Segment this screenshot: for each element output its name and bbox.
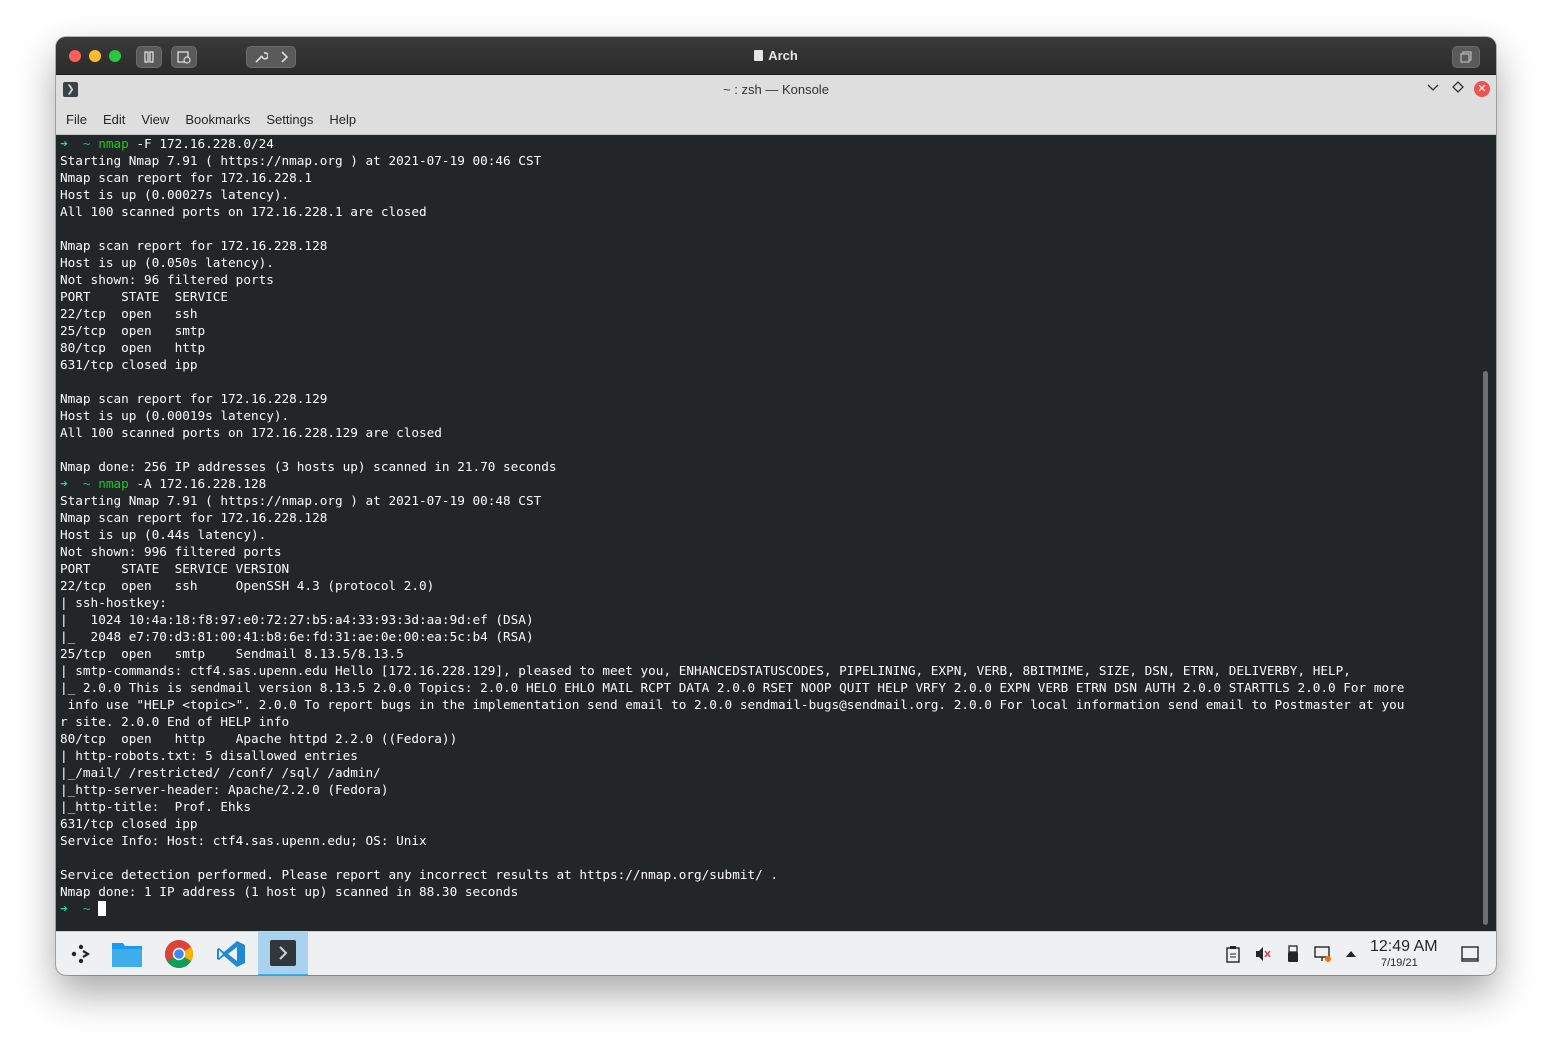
text-cursor [98,901,107,916]
output-line: PORT STATE SERVICE [60,289,229,304]
output-line: | http-robots.txt: 5 disallowed entries [60,748,358,763]
output-line: All 100 scanned ports on 172.16.228.129 … [60,425,442,440]
output-line: Not shown: 96 filtered ports [60,272,274,287]
show-desktop-icon[interactable] [1460,944,1480,964]
dolphin-file-manager-icon[interactable] [102,932,152,975]
clock-time[interactable]: 12:49 AM [1370,938,1438,956]
application-launcher-icon[interactable] [56,932,106,975]
clipboard-icon[interactable] [1223,944,1243,964]
output-line: 25/tcp open smtp [60,323,206,338]
terminal-view[interactable]: ➜ ~ nmap -F 172.16.228.0/24 Starting Nmap… [56,135,1496,931]
output-line: 22/tcp open ssh OpenSSH 4.3 (protocol 2.… [60,578,435,593]
minimize-icon[interactable] [1427,81,1439,97]
network-icon[interactable] [1313,944,1333,964]
output-line: | ssh-hostkey: [60,595,167,610]
menu-view[interactable]: View [141,112,177,127]
command-line: ➜ ~ nmap -A 172.16.228.128 [60,475,1404,492]
output-line: Not shown: 996 filtered ports [60,544,282,559]
prompt-dir: ~ [82,901,91,916]
output-line: |_ 2048 e7:70:d3:81:00:41:b8:6e:fd:31:ae… [60,629,534,644]
output-line: 631/tcp closed ipp [60,357,198,372]
taskbar: 12:49 AM 7/19/21 [56,931,1496,975]
output-line: PORT STATE SERVICE VERSION [60,561,290,576]
output-line: Starting Nmap 7.91 ( https://nmap.org ) … [60,493,542,508]
clock-date[interactable]: 7/19/21 [1381,957,1418,969]
output-line: |_http-server-header: Apache/2.2.0 (Fedo… [60,782,389,797]
output-line: Host is up (0.050s latency). [60,255,274,270]
vm-title: Arch [56,48,1496,63]
output-line: Service detection performed. Please repo… [60,867,779,882]
output-line: Host is up (0.00019s latency). [60,408,290,423]
output-line: 80/tcp open http [60,340,206,355]
command-args: -F 172.16.228.0/24 [128,136,274,151]
expand-tray-icon[interactable] [1341,944,1361,964]
restore-button[interactable] [1452,46,1480,68]
terminal-output: ➜ ~ nmap -F 172.16.228.0/24 Starting Nmap… [60,135,1404,917]
output-line: Host is up (0.44s latency). [60,527,267,542]
prompt-arrow: ➜ [60,476,68,491]
menubar: File Edit View Bookmarks Settings Help [56,105,1496,135]
vscode-icon[interactable] [206,932,256,975]
output-line: Nmap done: 1 IP address (1 host up) scan… [60,884,519,899]
output-line: 80/tcp open http Apache httpd 2.2.0 ((Fe… [60,731,458,746]
prompt-arrow: ➜ [60,136,68,151]
output-line: Starting Nmap 7.91 ( https://nmap.org ) … [60,153,542,168]
output-line: | smtp-commands: ctf4.sas.upenn.edu Hell… [60,663,1351,678]
output-line: Service Info: Host: ctf4.sas.upenn.edu; … [60,833,427,848]
command-name: nmap [98,136,129,151]
output-line: Nmap scan report for 172.16.228.1 [60,170,313,185]
maximize-icon[interactable] [1452,81,1464,97]
menu-bookmarks[interactable]: Bookmarks [185,112,258,127]
menu-file[interactable]: File [66,112,95,127]
vm-title-text: Arch [768,48,798,63]
prompt-arrow: ➜ [60,901,68,916]
output-line: |_ 2.0.0 This is sendmail version 8.13.5… [60,680,1405,695]
output-line: 631/tcp closed ipp [60,816,198,831]
command-args: -A 172.16.228.128 [128,476,267,491]
output-line: All 100 scanned ports on 172.16.228.1 ar… [60,204,427,219]
google-chrome-icon[interactable] [154,932,204,975]
output-line: Nmap scan report for 172.16.228.128 [60,510,328,525]
command-line: ➜ ~ nmap -F 172.16.228.0/24 [60,135,1404,152]
output-line: 25/tcp open smtp Sendmail 8.13.5/8.13.5 [60,646,404,661]
output-line: 22/tcp open ssh [60,306,198,321]
vm-window: Arch ❯ ~ : zsh — Konsole ✕ File Edit Vie… [56,37,1496,975]
konsole-icon[interactable] [258,932,308,975]
vm-titlebar: Arch [56,37,1496,75]
output-line: Nmap done: 256 IP addresses (3 hosts up)… [60,459,557,474]
usb-device-icon[interactable] [1283,944,1303,964]
output-line: Host is up (0.00027s latency). [60,187,290,202]
prompt-dir: ~ [82,476,91,491]
menu-settings[interactable]: Settings [266,112,321,127]
output-line: info use "HELP <topic>". 2.0.0 To report… [60,697,1405,712]
close-icon[interactable]: ✕ [1474,81,1490,97]
output-line: |_http-title: Prof. Ehks [60,799,251,814]
scrollbar-thumb[interactable] [1483,371,1488,925]
konsole-title: ~ : zsh — Konsole [723,82,829,97]
output-line: Nmap scan report for 172.16.228.129 [60,391,328,406]
active-prompt: ➜ ~ [60,900,1404,917]
command-name: nmap [98,476,129,491]
output-line: | 1024 10:4a:18:f8:97:e0:72:27:b5:a4:33:… [60,612,534,627]
volume-muted-icon[interactable] [1253,944,1273,964]
menu-help[interactable]: Help [329,112,364,127]
restore-icon [1460,51,1472,63]
menu-edit[interactable]: Edit [103,112,133,127]
output-line: Nmap scan report for 172.16.228.128 [60,238,328,253]
output-line: r site. 2.0.0 End of HELP info [60,714,290,729]
konsole-titlebar: ❯ ~ : zsh — Konsole ✕ [56,75,1496,105]
output-line: |_/mail/ /restricted/ /conf/ /sql/ /admi… [60,765,381,780]
document-icon [754,50,764,61]
prompt-dir: ~ [82,136,91,151]
